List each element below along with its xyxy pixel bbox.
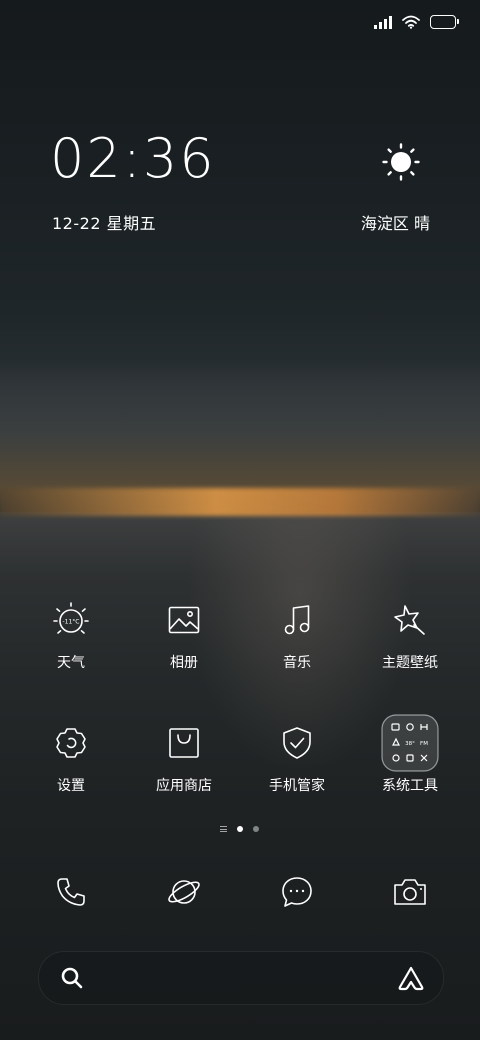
page-dot — [253, 826, 259, 832]
wifi-icon — [402, 15, 420, 29]
weather-location[interactable]: 海淀区 晴 — [361, 210, 430, 234]
dock-browser[interactable] — [160, 868, 208, 916]
home-screen: 02:36 12-22 星期五 海淀区 晴 -11°C 天气 相册 音乐 主题壁… — [0, 0, 480, 1040]
status-bar — [374, 12, 459, 32]
app-store-icon — [160, 719, 208, 767]
phone-icon — [57, 878, 85, 906]
clock-time[interactable]: 02:36 — [50, 132, 216, 186]
app-themes[interactable]: 主题壁纸 — [355, 596, 465, 672]
app-settings[interactable]: 设置 — [16, 719, 126, 795]
app-drawer-indicator-icon — [220, 826, 227, 832]
app-weather[interactable]: -11°C 天气 — [16, 596, 126, 672]
security-icon — [273, 719, 321, 767]
app-label: 相册 — [170, 655, 198, 671]
search-bar[interactable] — [38, 951, 444, 1005]
dock-phone[interactable] — [47, 868, 95, 916]
svg-text:-11°C: -11°C — [63, 619, 80, 626]
assistant-icon[interactable] — [397, 965, 425, 991]
tools-folder-icon: 38° FM — [381, 714, 439, 772]
clock-date[interactable]: 12-22 星期五 — [52, 210, 156, 234]
svg-text:38°: 38° — [405, 741, 415, 747]
page-indicator[interactable] — [220, 826, 259, 832]
app-label: 天气 — [57, 655, 85, 671]
music-icon — [273, 596, 321, 644]
app-music[interactable]: 音乐 — [242, 596, 352, 672]
svg-text:FM: FM — [420, 741, 428, 747]
messages-icon — [282, 877, 312, 907]
wallpaper-horizon — [0, 488, 480, 516]
app-security[interactable]: 手机管家 — [242, 719, 352, 795]
sun-icon[interactable] — [382, 143, 420, 181]
dock-camera[interactable] — [386, 868, 434, 916]
app-label: 应用商店 — [156, 778, 212, 794]
signal-icon — [374, 15, 392, 29]
app-system-tools-folder[interactable]: 38° FM 系统工具 — [355, 714, 465, 795]
gallery-icon — [160, 596, 208, 644]
app-label: 音乐 — [283, 655, 311, 671]
battery-icon — [430, 15, 459, 29]
search-icon[interactable] — [59, 965, 85, 991]
app-label: 系统工具 — [382, 778, 438, 794]
dock-messages[interactable] — [273, 868, 321, 916]
browser-icon — [168, 880, 200, 904]
page-dot-active — [237, 826, 243, 832]
themes-icon — [386, 596, 434, 644]
weather-icon: -11°C — [47, 596, 95, 644]
app-label: 设置 — [57, 778, 85, 794]
app-gallery[interactable]: 相册 — [129, 596, 239, 672]
camera-icon — [394, 879, 426, 905]
app-label: 手机管家 — [269, 778, 325, 794]
settings-icon — [47, 719, 95, 767]
app-app-store[interactable]: 应用商店 — [129, 719, 239, 795]
app-label: 主题壁纸 — [382, 655, 438, 671]
